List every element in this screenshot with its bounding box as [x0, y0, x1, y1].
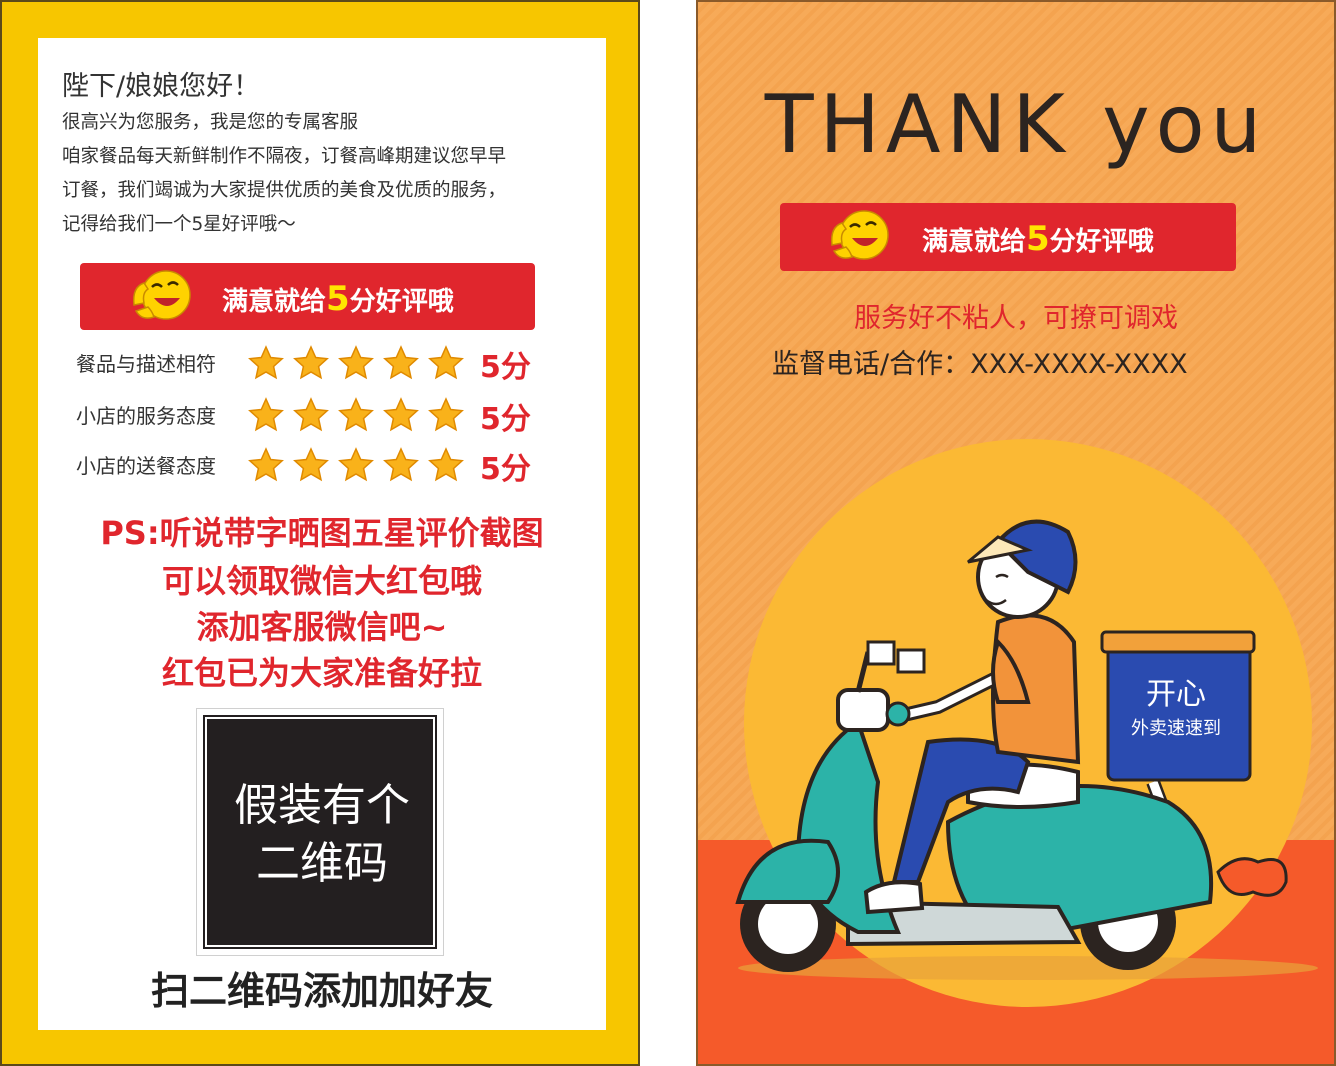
star-icon: [428, 345, 464, 380]
rating-label: 餐品与描述相符: [76, 352, 216, 376]
ps-line: 可以领取微信大红包哦: [161, 562, 482, 600]
rating-score: 5分: [480, 350, 531, 385]
banner-text: 满意就给5分好评哦: [222, 279, 454, 319]
ps-line: PS:听说带字晒图五星评价截图: [100, 514, 544, 552]
star-icon: [248, 397, 284, 432]
qr-text-line: 二维码: [256, 838, 388, 889]
box-text-line2: 外卖速速到: [1131, 718, 1221, 739]
star-icon: [293, 345, 329, 380]
greeting-title: 陛下/娘娘您好！: [62, 71, 261, 102]
rating-banner: 满意就给5分好评哦: [80, 263, 535, 330]
star-icon: [293, 447, 329, 482]
star-icon: [293, 397, 329, 432]
star-icon: [338, 447, 374, 482]
star-icon: [338, 345, 374, 380]
rating-score: 5分: [480, 402, 531, 437]
banner-prefix: 满意就给: [222, 287, 327, 317]
banner-number: 5: [326, 279, 350, 319]
ps-line: 红包已为大家准备好拉: [161, 654, 482, 692]
scan-text: 扫二维码添加加好友: [150, 969, 493, 1013]
star-icon: [428, 447, 464, 482]
ps-line: 添加客服微信吧~: [196, 608, 448, 646]
star-icon: [383, 345, 419, 380]
star-icon: [383, 447, 419, 482]
intro-line: 很高兴为您服务，我是您的专属客服: [62, 112, 359, 133]
rating-label: 小店的送餐态度: [76, 454, 216, 478]
intro-line: 订餐，我们竭诚为大家提供优质的美食及优质的服务，: [62, 180, 507, 201]
intro-line: 咱家餐品每天新鲜制作不隔夜，订餐高峰期建议您早早: [62, 146, 507, 167]
rating-score: 5分: [480, 452, 531, 487]
star-icon: [248, 447, 284, 482]
banner-suffix: 分好评哦: [349, 287, 454, 317]
star-icon: [248, 345, 284, 380]
qr-text: 假装有个 二维码: [207, 777, 437, 893]
box-text-line1: 开心: [1146, 677, 1206, 712]
intro-line: 记得给我们一个5星好评哦～: [62, 214, 296, 235]
scooter-rider-illustration: 开心 外卖速速到: [735, 519, 1318, 980]
qr-code-placeholder[interactable]: 假装有个 二维码: [196, 708, 444, 956]
five-star-icon: [248, 345, 464, 380]
right-card: THANK you 满意就给5分好评哦 服务好不粘人，可撩可调戏 监督电话/合作…: [696, 0, 1336, 1066]
star-icon: [338, 397, 374, 432]
five-star-icon: [248, 397, 464, 432]
left-card: 陛下/娘娘您好！ 很高兴为您服务，我是您的专属客服 咱家餐品每天新鲜制作不隔夜，…: [0, 0, 640, 1066]
star-icon: [428, 397, 464, 432]
star-icon: [383, 397, 419, 432]
qr-text-line: 假装有个: [234, 780, 410, 831]
left-card-inner: 陛下/娘娘您好！ 很高兴为您服务，我是您的专属客服 咱家餐品每天新鲜制作不隔夜，…: [38, 38, 606, 1030]
five-star-icon: [248, 447, 464, 482]
smiley-thumbs-icon: [132, 270, 191, 320]
rating-label: 小店的服务态度: [76, 404, 216, 428]
qr-box: 假装有个 二维码: [203, 715, 437, 949]
